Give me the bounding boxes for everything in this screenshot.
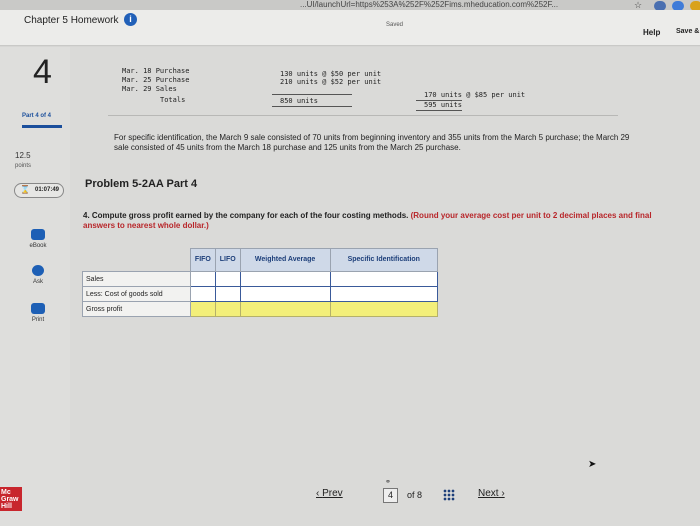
row-label-sales: Sales xyxy=(82,271,191,287)
cogs-specific-id-input[interactable] xyxy=(329,286,439,302)
info-icon[interactable]: i xyxy=(124,13,137,26)
table-row: Gross profit xyxy=(82,301,439,317)
print-button[interactable]: Print xyxy=(18,303,58,323)
save-exit-button[interactable]: Save & xyxy=(676,28,699,35)
specific-id-note: For specific identification, the March 9… xyxy=(114,133,630,152)
total-sales-units: 595 units xyxy=(424,101,462,109)
col-header-fifo: FIFO xyxy=(190,248,216,272)
assignment-header: Chapter 5 Homework i Saved Help Save & xyxy=(0,10,700,46)
problem-title: Problem 5-2AA Part 4 xyxy=(85,178,198,190)
book-icon xyxy=(31,229,45,240)
timer[interactable]: ⌛ 01:07:49 xyxy=(14,183,64,198)
prev-label: Prev xyxy=(322,488,343,499)
pagination-footer: ‹ Prev ⚭ 4 of 8 Next › xyxy=(0,478,700,508)
ebook-button[interactable]: eBook xyxy=(18,229,58,249)
col-header-weighted-average: Weighted Average xyxy=(239,248,331,272)
total-rule xyxy=(272,106,352,107)
row-label-cogs: Less: Cost of goods sold xyxy=(82,286,191,302)
link-icon: ⚭ xyxy=(385,479,391,486)
print-label: Print xyxy=(31,317,45,323)
page-number-box[interactable]: 4 xyxy=(383,488,398,503)
points-label: points xyxy=(15,163,32,169)
instruction-text: 4. Compute gross profit earned by the co… xyxy=(83,211,409,220)
transaction-units: 130 units @ $50 per unit xyxy=(280,70,382,78)
sales-fifo-input[interactable] xyxy=(190,271,216,287)
sales-lifo-input[interactable] xyxy=(214,271,241,287)
transaction-label: Mar. 29 Sales xyxy=(122,85,177,93)
page-total: of 8 xyxy=(407,490,423,500)
section-divider xyxy=(108,115,618,116)
saved-status: Saved xyxy=(386,22,404,28)
totals-label: Totals xyxy=(160,96,186,104)
gross-profit-weighted-average-input[interactable] xyxy=(239,301,331,317)
table-row: Less: Cost of goods sold xyxy=(82,286,439,302)
row-label-gross-profit: Gross profit xyxy=(82,301,191,317)
transaction-label: Mar. 18 Purchase xyxy=(122,67,190,75)
next-button[interactable]: Next › xyxy=(478,488,505,499)
assignment-title: Chapter 5 Homework xyxy=(24,15,119,26)
print-icon xyxy=(31,303,45,314)
cogs-lifo-input[interactable] xyxy=(214,286,241,302)
left-sidebar: 4 Part 4 of 4 12.5 points ⌛ 01:07:49 eBo… xyxy=(0,47,70,526)
main-content: Mar. 18 Purchase 130 units @ $50 per uni… xyxy=(70,47,700,526)
prev-button[interactable]: ‹ Prev xyxy=(316,488,343,499)
transaction-units: 210 units @ $52 per unit xyxy=(280,78,382,86)
help-button[interactable]: Help xyxy=(643,28,660,37)
transaction-label: Mar. 25 Purchase xyxy=(122,76,190,84)
grid-view-icon[interactable] xyxy=(443,489,455,501)
gross-profit-specific-id-input[interactable] xyxy=(329,301,439,317)
transaction-sales: 170 units @ $85 per unit xyxy=(424,91,526,99)
points-value: 12.5 xyxy=(15,151,31,160)
cogs-weighted-average-input[interactable] xyxy=(239,286,331,302)
next-label: Next xyxy=(478,488,499,499)
url-text[interactable]: ...UI/launchUrl=https%253A%252F%252Fims.… xyxy=(300,0,640,9)
ask-label: Ask xyxy=(32,279,43,285)
col-header-specific-identification: Specific Identification xyxy=(329,248,439,272)
question-number: 4 xyxy=(33,53,52,91)
blank-header xyxy=(83,249,191,272)
col-header-lifo: LIFO xyxy=(214,248,241,272)
ebook-label: eBook xyxy=(29,243,47,249)
table-row: Sales xyxy=(82,271,439,287)
part-progress-bar xyxy=(22,125,62,128)
total-rule xyxy=(272,94,352,95)
gross-profit-lifo-input[interactable] xyxy=(214,301,241,317)
timer-value: 01:07:49 xyxy=(35,187,60,193)
mouse-cursor-icon: ➤ xyxy=(588,459,597,470)
hourglass-icon: ⌛ xyxy=(20,185,30,194)
sales-specific-id-input[interactable] xyxy=(329,271,439,287)
table-header-row: FIFO LIFO Weighted Average Specific Iden… xyxy=(83,248,439,272)
chat-icon xyxy=(32,265,44,276)
total-rule xyxy=(416,110,462,111)
instructions: 4. Compute gross profit earned by the co… xyxy=(83,211,663,231)
ask-button[interactable]: Ask xyxy=(18,265,58,285)
cogs-fifo-input[interactable] xyxy=(190,286,216,302)
gross-profit-table: FIFO LIFO Weighted Average Specific Iden… xyxy=(82,248,439,317)
gross-profit-fifo-input[interactable] xyxy=(190,301,216,317)
total-units: 850 units xyxy=(280,97,318,105)
sales-weighted-average-input[interactable] xyxy=(239,271,331,287)
part-indicator: Part 4 of 4 xyxy=(22,113,52,119)
